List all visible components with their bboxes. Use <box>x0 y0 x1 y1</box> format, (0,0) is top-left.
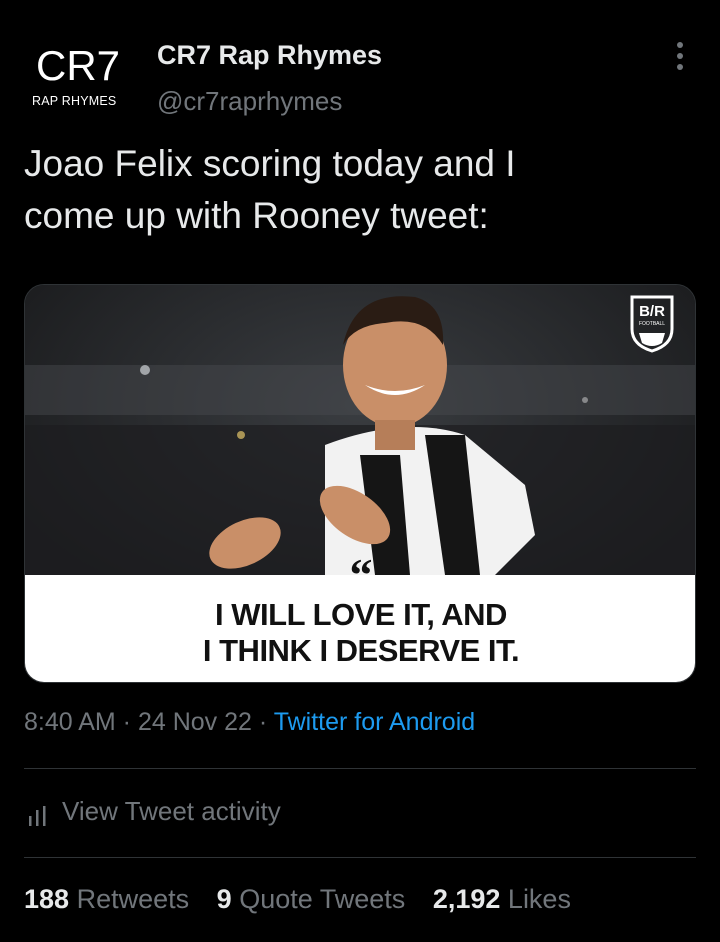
tweet-meta: 8:40 AM · 24 Nov 22 · Twitter for Androi… <box>24 708 475 737</box>
meta-separator: · <box>251 708 274 736</box>
bleacher-report-logo-subtext: FOOTBALL <box>638 321 666 327</box>
tweet-media-image[interactable]: B/R FOOTBALL “ I WILL LOVE IT, AND I THI… <box>24 284 696 683</box>
tweet-text-line: Joao Felix scoring today and I <box>24 143 516 184</box>
quote-tweets-stat[interactable]: 9 Quote Tweets <box>217 884 406 914</box>
tweet-source-link[interactable]: Twitter for Android <box>274 708 475 736</box>
tweet-text-line: come up with Rooney tweet: <box>24 195 489 236</box>
avatar-logo-text: CR7 <box>36 42 121 89</box>
divider <box>24 768 696 769</box>
avatar[interactable]: CR7 RAP RHYMES <box>26 40 132 112</box>
divider <box>24 857 696 858</box>
author-display-name[interactable]: CR7 Rap Rhymes <box>157 40 382 71</box>
quote-tweets-count: 9 <box>216 884 232 914</box>
view-tweet-activity-label: View Tweet activity <box>62 796 281 826</box>
quote-text-line: I WILL LOVE IT, AND <box>215 597 507 632</box>
retweets-count: 188 <box>24 884 70 914</box>
likes-count: 2,192 <box>432 884 501 914</box>
bleacher-report-logo: B/R FOOTBALL <box>629 295 675 353</box>
quote-mark: “ <box>349 549 373 600</box>
meta-separator: · <box>115 708 138 736</box>
tweet-header: CR7 RAP RHYMES CR7 Rap Rhymes @cr7raprhy… <box>0 0 720 130</box>
more-options-icon[interactable] <box>668 38 692 74</box>
likes-stat[interactable]: 2,192 Likes <box>433 884 571 914</box>
author-handle[interactable]: @cr7raprhymes <box>157 86 342 117</box>
tweet-date[interactable]: 24 Nov 22 <box>138 708 252 736</box>
retweets-stat[interactable]: 188 Retweets <box>24 884 189 914</box>
tweet-stats: 188 Retweets 9 Quote Tweets 2,192 Likes <box>24 884 591 915</box>
tweet-time[interactable]: 8:40 AM <box>24 708 116 736</box>
avatar-logo-subtext: RAP RHYMES <box>32 94 117 108</box>
quote-text-line: I THINK I DESERVE IT. <box>202 633 520 668</box>
bar-chart-icon <box>29 806 46 826</box>
likes-label: Likes <box>507 884 571 914</box>
bleacher-report-logo-text: B/R <box>639 303 665 320</box>
retweets-label: Retweets <box>76 884 190 914</box>
tweet-text: Joao Felix scoring today and I come up w… <box>24 138 694 242</box>
quote-tweets-label: Quote Tweets <box>239 884 406 914</box>
